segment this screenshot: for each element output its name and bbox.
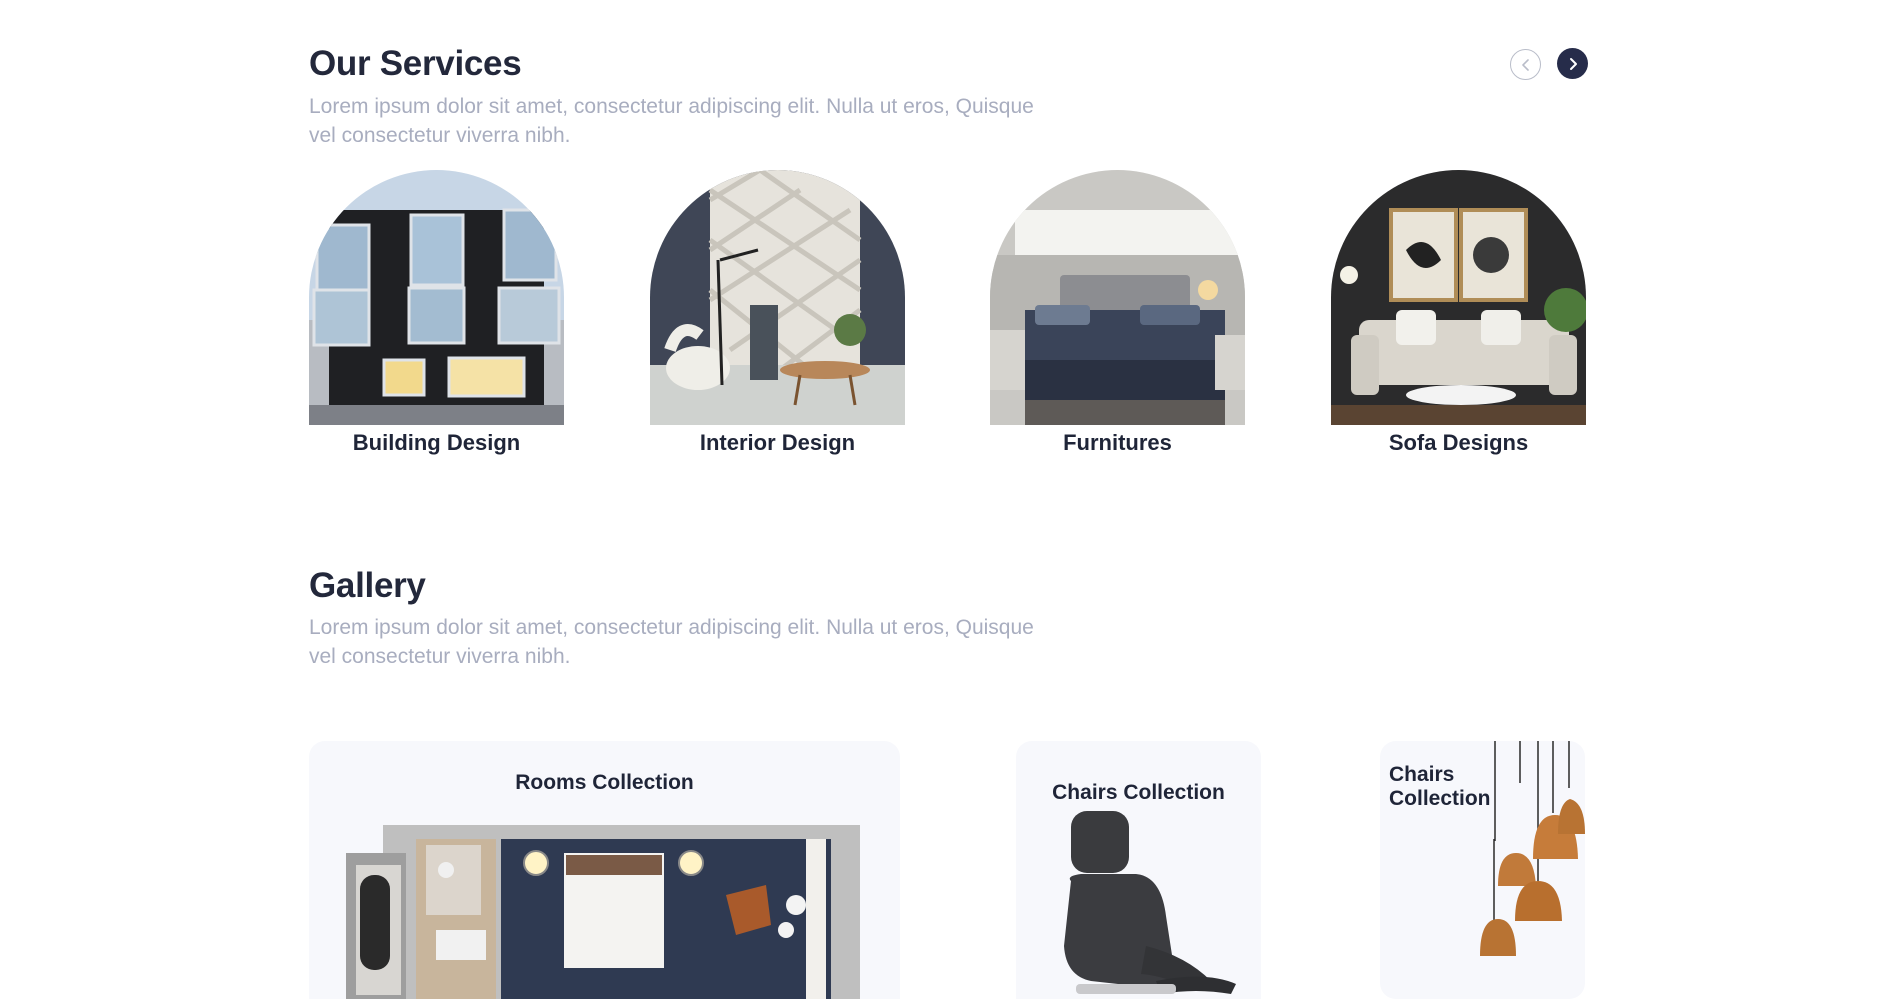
gallery-card-rooms[interactable]: Rooms Collection: [309, 741, 900, 999]
pendant-lamps-image: [1480, 741, 1585, 956]
gallery-card-title: Rooms Collection: [515, 771, 694, 794]
service-card-building-design[interactable]: Building Design: [309, 170, 564, 456]
service-label: Furnitures: [1063, 430, 1172, 455]
office-chair-image: [1064, 811, 1236, 994]
service-label: Interior Design: [699, 430, 856, 455]
service-label: Building Design: [352, 430, 521, 455]
service-card-sofa-designs[interactable]: Sofa Designs: [1331, 170, 1586, 456]
service-label: Sofa Designs: [1388, 430, 1529, 455]
chevron-right-icon: [1569, 57, 1577, 70]
sofa-designs-image: [1331, 170, 1586, 425]
gallery-card-title: Chairs Collection: [1052, 781, 1225, 804]
gallery-card-chairs[interactable]: Chairs Collection: [1016, 741, 1261, 999]
rooms-floorplan-image: [346, 825, 860, 999]
service-card-interior-design[interactable]: Interior Design: [650, 170, 905, 456]
building-design-image: [309, 170, 564, 425]
gallery-card-lamps[interactable]: Chairs Collection: [1380, 741, 1585, 999]
furnitures-image: [990, 170, 1245, 425]
services-title: Our Services: [309, 44, 522, 83]
gallery-description: Lorem ipsum dolor sit amet, consectetur …: [309, 616, 1034, 668]
interior-design-image: [650, 170, 905, 425]
carousel-next-button[interactable]: [1557, 48, 1588, 79]
carousel-prev-button[interactable]: [1510, 49, 1541, 80]
gallery-title: Gallery: [309, 566, 426, 605]
services-description: Lorem ipsum dolor sit amet, consectetur …: [309, 95, 1034, 147]
service-card-furnitures[interactable]: Furnitures: [990, 170, 1245, 456]
chevron-left-icon: [1521, 58, 1529, 71]
